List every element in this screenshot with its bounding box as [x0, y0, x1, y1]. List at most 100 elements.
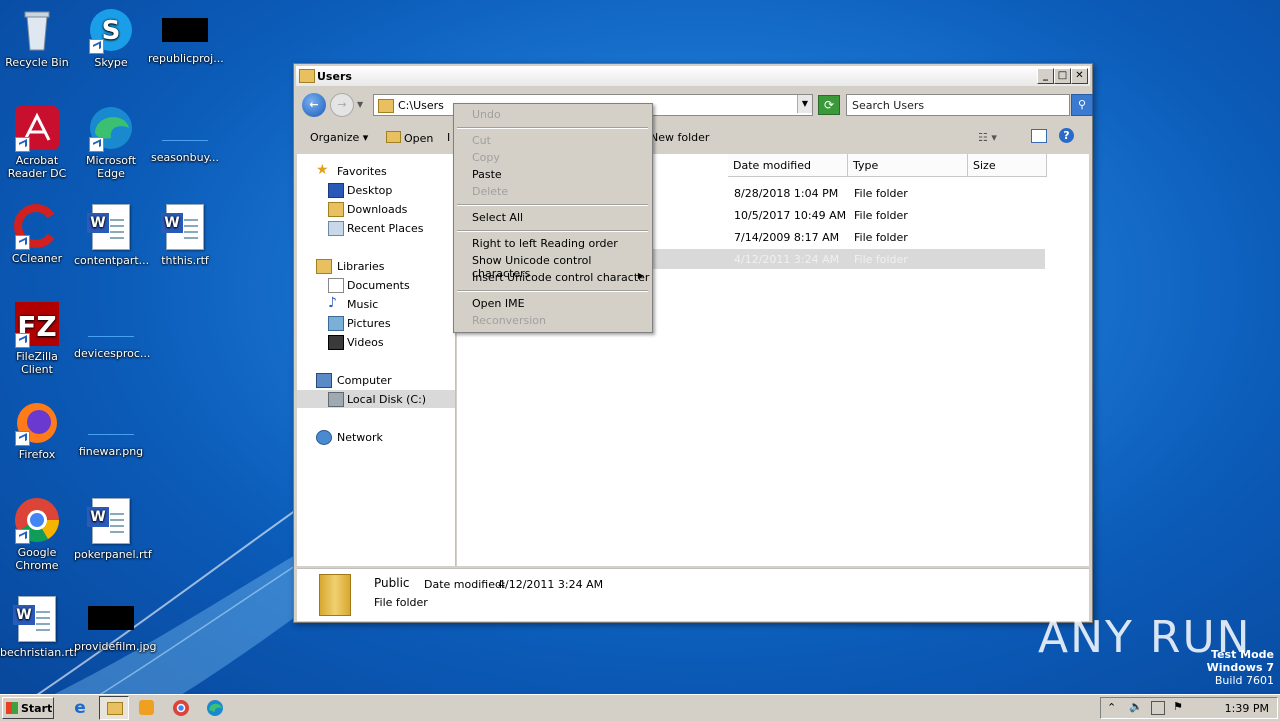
- maximize-button[interactable]: □: [1054, 68, 1071, 84]
- address-text: C:\Users: [398, 99, 444, 112]
- row-date: 8/28/2018 1:04 PM: [734, 187, 839, 200]
- menu-item-select-all[interactable]: Select All: [455, 209, 651, 226]
- desktop-icon-contentpart[interactable]: contentpart...: [74, 202, 149, 267]
- nav-network[interactable]: Network: [297, 428, 455, 446]
- image-thumbnail-icon: [88, 312, 134, 337]
- nav-desktop[interactable]: Desktop: [297, 181, 455, 199]
- menu-item-copy[interactable]: Copy: [455, 149, 651, 166]
- documents-icon: [328, 278, 344, 293]
- volume-icon[interactable]: 🔈: [1129, 700, 1143, 713]
- chrome-taskbar-icon[interactable]: [171, 698, 191, 718]
- nav-local-disk[interactable]: Local Disk (C:): [297, 390, 455, 408]
- title-bar[interactable]: Users _ □ ✕: [296, 66, 1090, 86]
- desktop-icon-label: Skype: [94, 56, 128, 69]
- menu-separator: [457, 230, 648, 232]
- new-folder-button[interactable]: New folder: [650, 131, 709, 144]
- menu-item-insert-unicode[interactable]: Insert Unicode control character ▶: [455, 269, 651, 286]
- menu-item-rtl-reading-order[interactable]: Right to left Reading order: [455, 235, 651, 252]
- help-icon[interactable]: ?: [1059, 128, 1074, 143]
- menu-item-delete[interactable]: Delete: [455, 183, 651, 200]
- nav-favorites[interactable]: ★ Favorites: [297, 162, 455, 180]
- folder-icon: [299, 69, 315, 83]
- menu-item-cut[interactable]: Cut: [455, 132, 651, 149]
- row-date: 7/14/2009 8:17 AM: [734, 231, 840, 244]
- open-button[interactable]: Open: [386, 131, 433, 145]
- column-header-type[interactable]: Type: [848, 154, 968, 177]
- row-type: File folder: [854, 187, 908, 200]
- desktop-icon-finewar[interactable]: finewar.png: [74, 398, 148, 458]
- desktop-icon-devicesproc[interactable]: devicesproc...: [74, 300, 150, 360]
- desktop-icon-recycle-bin[interactable]: Recycle Bin: [0, 6, 74, 69]
- start-button[interactable]: Start: [2, 697, 54, 719]
- nav-pictures[interactable]: Pictures: [297, 314, 455, 332]
- explorer-window[interactable]: Users _ □ ✕ ← → ▼ C:\Users ▼ ⟳ Search Us…: [293, 63, 1093, 623]
- preview-pane-icon[interactable]: [1031, 129, 1047, 143]
- nav-documents[interactable]: Documents: [297, 276, 455, 294]
- shortcut-arrow-icon: [15, 137, 30, 152]
- star-icon: ★: [316, 162, 329, 178]
- filezilla-icon: FZ: [13, 300, 61, 348]
- desktop-icon-republicproj[interactable]: republicproj...: [148, 6, 224, 65]
- desktop-icon-firefox[interactable]: Firefox: [0, 398, 74, 461]
- menu-item-undo[interactable]: Undo: [455, 106, 651, 123]
- show-hidden-icons-icon[interactable]: ⌃: [1107, 701, 1116, 714]
- include-in-library-button[interactable]: I: [447, 131, 450, 144]
- desktop-icon-ccleaner[interactable]: CCleaner: [0, 202, 74, 265]
- edge-icon: [87, 104, 135, 152]
- menu-item-reconversion[interactable]: Reconversion: [455, 312, 651, 329]
- network-tray-icon[interactable]: [1151, 701, 1165, 715]
- close-button[interactable]: ✕: [1071, 68, 1088, 84]
- desktop-icon-bechristian[interactable]: bechristian.rtf: [0, 594, 77, 659]
- address-dropdown-button[interactable]: ▼: [797, 95, 812, 113]
- hard-disk-icon: [328, 392, 344, 407]
- clock[interactable]: 1:39 PM: [1225, 702, 1269, 715]
- folder-open-icon: [386, 131, 401, 143]
- column-header-size[interactable]: Size: [968, 154, 1047, 177]
- desktop-icon-ththis[interactable]: ththis.rtf: [148, 202, 222, 267]
- menu-item-show-unicode[interactable]: Show Unicode control characters: [455, 252, 651, 280]
- menu-item-open-ime[interactable]: Open IME: [455, 295, 651, 312]
- back-button[interactable]: ←: [302, 93, 326, 117]
- nav-libraries[interactable]: Libraries: [297, 257, 455, 275]
- desktop-icon-acrobat[interactable]: Acrobat Reader DC: [0, 104, 74, 180]
- nav-computer[interactable]: Computer: [297, 371, 455, 389]
- desktop-icon-label: Microsoft Edge: [85, 154, 137, 180]
- organize-button[interactable]: Organize ▾: [310, 131, 368, 144]
- desktop-icon-pokerpanel[interactable]: pokerpanel.rtf: [74, 496, 152, 561]
- downloads-icon: [328, 202, 344, 217]
- nav-music[interactable]: ♪ Music: [297, 295, 455, 313]
- image-thumbnail-icon: [162, 18, 208, 42]
- search-input[interactable]: Search Users ⚲: [846, 94, 1093, 116]
- taskbar: Start e ⌃ 🔈 ⚑ 1:39 PM: [0, 694, 1280, 721]
- desktop-icon-seasonbuy[interactable]: seasonbuy...: [148, 104, 222, 164]
- nav-downloads[interactable]: Downloads: [297, 200, 455, 218]
- nav-videos[interactable]: Videos: [297, 333, 455, 351]
- edge-taskbar-icon[interactable]: [205, 698, 225, 718]
- refresh-button[interactable]: ⟳: [818, 95, 840, 115]
- media-player-icon[interactable]: [137, 698, 157, 718]
- action-center-flag-icon[interactable]: ⚑: [1173, 700, 1183, 713]
- desktop-icon-label: ththis.rtf: [161, 254, 209, 267]
- desktop-icon-chrome[interactable]: Google Chrome: [0, 496, 74, 572]
- view-options-icon[interactable]: ☷ ▾: [978, 131, 997, 144]
- desktop-icon-providefilm[interactable]: providefilm.jpg: [74, 594, 157, 653]
- file-explorer-taskbar-icon[interactable]: [99, 696, 129, 720]
- acrobat-icon: [13, 104, 61, 152]
- navigation-pane[interactable]: ★ Favorites Desktop Downloads Recent Plac…: [297, 154, 456, 566]
- desktop-icon-edge[interactable]: Microsoft Edge: [74, 104, 148, 180]
- search-icon[interactable]: ⚲: [1071, 94, 1093, 116]
- details-date-value: 4/12/2011 3:24 AM: [498, 578, 604, 591]
- search-placeholder: Search Users: [852, 99, 925, 112]
- network-icon: [316, 430, 332, 445]
- recent-pages-dropdown[interactable]: ▼: [357, 100, 363, 109]
- menu-item-paste[interactable]: Paste: [455, 166, 651, 183]
- column-header-date-modified[interactable]: Date modified: [728, 154, 848, 177]
- internet-explorer-icon[interactable]: e: [70, 698, 90, 718]
- desktop-icon-filezilla[interactable]: FZ FileZilla Client: [0, 300, 74, 376]
- nav-recent-places[interactable]: Recent Places: [297, 219, 455, 237]
- minimize-button[interactable]: _: [1037, 68, 1054, 84]
- desktop-icon-skype[interactable]: S Skype: [74, 6, 148, 69]
- folder-icon: [378, 99, 394, 113]
- forward-button[interactable]: →: [330, 93, 354, 117]
- context-menu[interactable]: Undo Cut Copy Paste Delete Select All Ri…: [453, 103, 653, 333]
